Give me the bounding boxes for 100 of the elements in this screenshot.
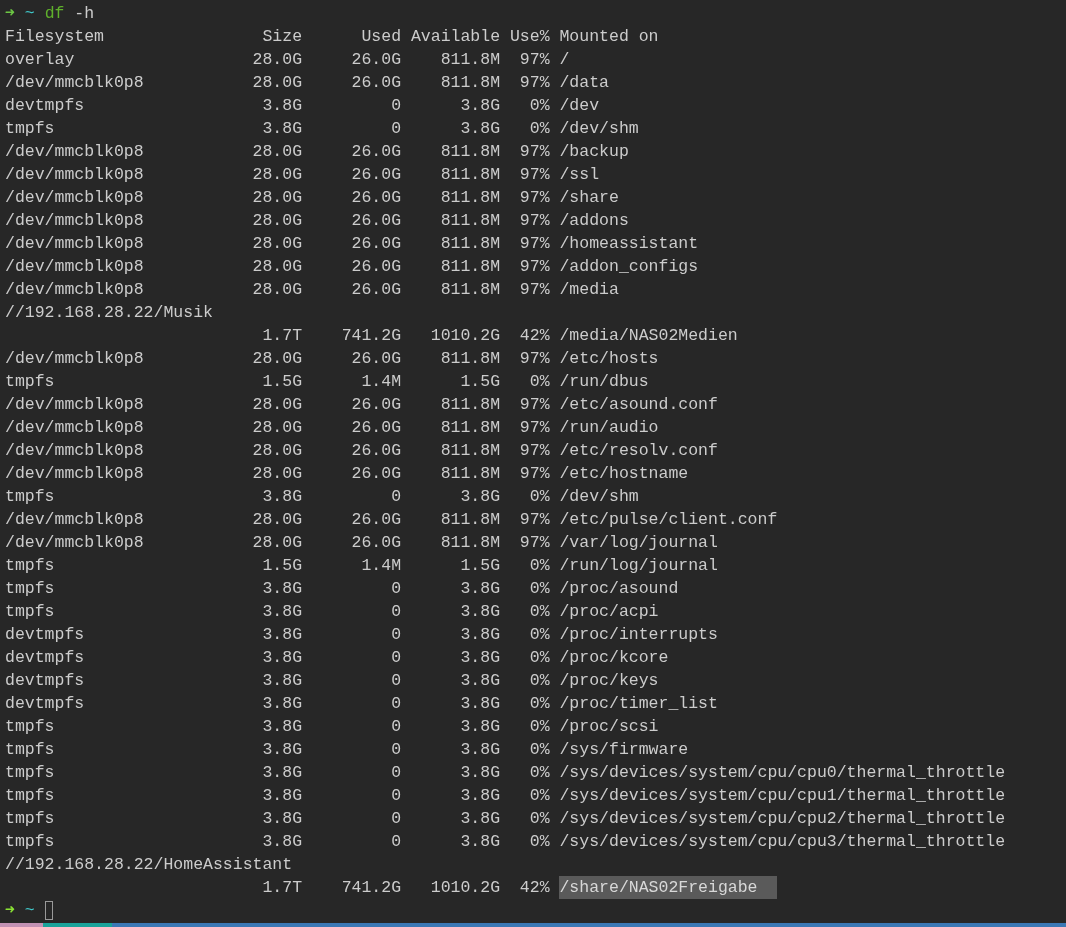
use-percent-cell-text: 0%	[528, 578, 550, 600]
mount-point-cell-text: /proc/interrupts	[559, 624, 718, 646]
column-header: Used	[360, 26, 402, 48]
used-cell-text: 26.0G	[350, 72, 402, 94]
use-percent-cell-text: 0%	[528, 555, 550, 577]
size-cell-text: 3.8G	[261, 808, 303, 830]
mount-point-cell-text: /proc/kcore	[559, 647, 669, 669]
mount-point-cell: /share/NAS02Freigabe	[559, 876, 778, 899]
use-percent-cell-text: 0%	[528, 785, 550, 807]
command-argument: -h	[74, 3, 95, 25]
filesystem-cell: tmpfs	[5, 372, 55, 391]
available-cell-text: 811.8M	[439, 233, 501, 255]
used-cell-text: 26.0G	[350, 164, 402, 186]
mount-point-cell-text: /media	[559, 279, 619, 301]
size-cell-text: 28.0G	[251, 417, 303, 439]
text-cursor	[44, 901, 53, 920]
available-cell-text: 811.8M	[439, 279, 501, 301]
used-cell-text: 26.0G	[350, 348, 402, 370]
size-cell-text: 3.8G	[261, 95, 303, 117]
size-cell-text: 28.0G	[251, 49, 303, 71]
available-cell-text: 1.5G	[459, 371, 501, 393]
available-cell-text: 811.8M	[439, 348, 501, 370]
available-cell-text: 3.8G	[459, 578, 501, 600]
size-cell-text: 28.0G	[251, 141, 303, 163]
mount-point-cell-text: /sys/devices/system/cpu/cpu0/thermal_throttle	[559, 762, 1006, 784]
size-cell-text: 3.8G	[261, 716, 303, 738]
filesystem-cell: /dev/mmcblk0p8	[5, 188, 144, 207]
prompt-directory: ~	[24, 3, 35, 25]
size-cell-text: 1.7T	[261, 325, 303, 347]
size-cell-text: 28.0G	[251, 348, 303, 370]
available-cell-text: 811.8M	[439, 532, 501, 554]
filesystem-cell: /dev/mmcblk0p8	[5, 165, 144, 184]
mount-point-cell-text: /ssl	[559, 164, 600, 186]
use-percent-cell-text: 0%	[528, 716, 550, 738]
size-cell-text: 3.8G	[261, 486, 303, 508]
command-text: df	[44, 3, 65, 25]
available-cell-text: 3.8G	[459, 831, 501, 853]
use-percent-cell-text: 0%	[528, 486, 550, 508]
used-cell-text: 0	[390, 716, 402, 738]
filesystem-cell: tmpfs	[5, 763, 55, 782]
available-cell-text: 811.8M	[439, 49, 501, 71]
available-cell-text: 811.8M	[439, 210, 501, 232]
filesystem-cell: tmpfs	[5, 119, 55, 138]
available-cell-text: 811.8M	[439, 509, 501, 531]
use-percent-cell-text: 0%	[528, 95, 550, 117]
available-cell-text: 811.8M	[439, 164, 501, 186]
used-cell-text: 0	[390, 739, 402, 761]
column-header: Size	[261, 26, 303, 48]
mount-point-cell-text: /sys/devices/system/cpu/cpu1/thermal_throttle	[559, 785, 1006, 807]
mount-point-cell-text: /dev/shm	[559, 118, 639, 140]
available-cell-text: 811.8M	[439, 417, 501, 439]
available-cell-text: 3.8G	[459, 693, 501, 715]
use-percent-cell-text: 0%	[528, 118, 550, 140]
available-cell-text: 3.8G	[459, 808, 501, 830]
use-percent-cell-text: 97%	[518, 417, 550, 439]
filesystem-cell: /dev/mmcblk0p8	[5, 441, 144, 460]
use-percent-cell-text: 97%	[518, 509, 550, 531]
filesystem-cell: devtmpfs	[5, 625, 85, 644]
use-percent-cell-text: 97%	[518, 233, 550, 255]
filesystem-cell: /dev/mmcblk0p8	[5, 73, 144, 92]
used-cell-text: 26.0G	[350, 279, 402, 301]
used-cell-text: 1.4M	[360, 555, 402, 577]
mount-point-cell-text: /addon_configs	[559, 256, 699, 278]
available-cell-text: 1010.2G	[429, 877, 501, 899]
used-cell-text: 26.0G	[350, 532, 402, 554]
mount-point-cell-text: /data	[559, 72, 609, 94]
size-cell-text: 3.8G	[261, 624, 303, 646]
available-cell-text: 3.8G	[459, 670, 501, 692]
prompt-directory: ~	[24, 900, 35, 922]
size-cell-text: 28.0G	[251, 210, 303, 232]
available-cell-text: 3.8G	[459, 739, 501, 761]
column-header: Mounted on	[559, 26, 659, 48]
size-cell-text: 28.0G	[251, 233, 303, 255]
used-cell-text: 26.0G	[350, 463, 402, 485]
used-cell-text: 26.0G	[350, 440, 402, 462]
filesystem-cell: /dev/mmcblk0p8	[5, 257, 144, 276]
used-cell-text: 26.0G	[350, 394, 402, 416]
filesystem-cell: tmpfs	[5, 717, 55, 736]
used-cell-text: 0	[390, 624, 402, 646]
used-cell-text: 0	[390, 578, 402, 600]
available-cell-text: 3.8G	[459, 785, 501, 807]
mount-point-cell-text: /dev/shm	[559, 486, 639, 508]
available-cell-text: 3.8G	[459, 762, 501, 784]
use-percent-cell-text: 0%	[528, 647, 550, 669]
filesystem-cell: /dev/mmcblk0p8	[5, 464, 144, 483]
available-cell-text: 1010.2G	[429, 325, 501, 347]
size-cell-text: 28.0G	[251, 72, 303, 94]
filesystem-cell: /dev/mmcblk0p8	[5, 211, 144, 230]
filesystem-cell: /dev/mmcblk0p8	[5, 395, 144, 414]
mount-point-cell-text: /proc/keys	[559, 670, 659, 692]
available-cell-text: 811.8M	[439, 256, 501, 278]
mount-point-cell-text: /run/audio	[559, 417, 659, 439]
size-cell-text: 28.0G	[251, 394, 303, 416]
mount-point-cell-text: /proc/acpi	[559, 601, 659, 623]
used-cell-text: 26.0G	[350, 141, 402, 163]
size-cell-text: 3.8G	[261, 647, 303, 669]
mount-point-cell-text: /	[559, 49, 570, 71]
size-cell-text: 28.0G	[251, 187, 303, 209]
available-cell-text: 811.8M	[439, 141, 501, 163]
used-cell-text: 0	[390, 95, 402, 117]
